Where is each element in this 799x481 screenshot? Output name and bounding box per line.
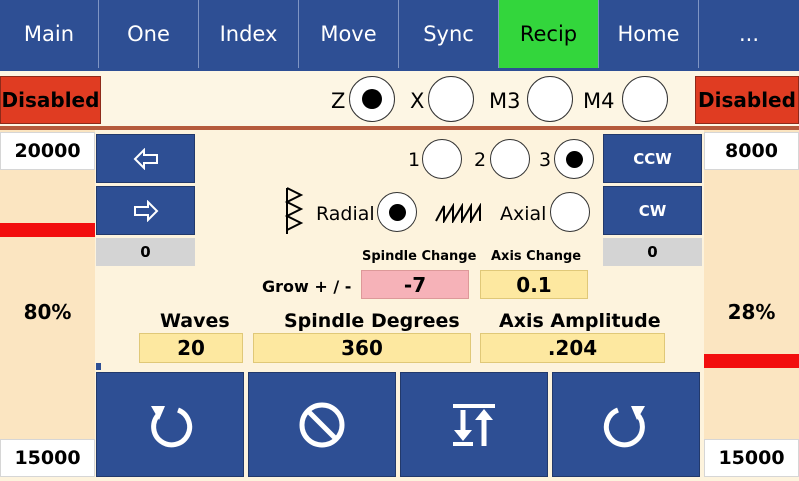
jog-left-button[interactable] <box>96 134 195 183</box>
right-slider-percent: 28% <box>727 300 776 324</box>
spindle-change-label: Spindle Change <box>362 249 477 264</box>
right-slider-max: 8000 <box>704 132 799 170</box>
axial-radio[interactable] <box>550 192 590 232</box>
right-slider-handle[interactable] <box>704 354 799 368</box>
number-label-2: 2 <box>474 149 487 171</box>
tab-home[interactable]: Home <box>599 0 699 68</box>
number-radio-3[interactable] <box>554 139 594 179</box>
spindle-degrees-label: Spindle Degrees <box>284 310 460 332</box>
spindle-degrees-field[interactable]: 360 <box>253 333 471 363</box>
axial-wave-icon <box>435 203 481 223</box>
left-slider-handle[interactable] <box>0 223 95 237</box>
radio-selected-dot <box>362 89 382 109</box>
axis-radio-m4[interactable] <box>622 76 668 122</box>
tab-main[interactable]: Main <box>0 0 99 68</box>
radio-selected-dot <box>388 203 406 221</box>
axis-label-x: X <box>410 89 425 113</box>
grow-label: Grow + / - <box>262 276 352 296</box>
number-radio-2[interactable] <box>490 139 530 179</box>
progress-indicator <box>96 363 101 370</box>
axis-label-m3: M3 <box>489 89 521 113</box>
axis-radio-m3[interactable] <box>527 76 573 122</box>
radial-label: Radial <box>316 203 375 225</box>
right-slider-min: 15000 <box>704 439 799 477</box>
number-label-1: 1 <box>408 149 421 171</box>
axis-change-field[interactable]: 0.1 <box>480 270 588 299</box>
rotation-value: 0 <box>603 238 702 266</box>
axis-label-z: Z <box>331 89 346 113</box>
left-arrow-icon <box>133 147 158 170</box>
jog-right-button[interactable] <box>96 186 195 235</box>
tab-sync[interactable]: Sync <box>399 0 499 68</box>
rotate-cw-button[interactable] <box>552 372 700 477</box>
left-slider-min: 15000 <box>0 439 95 477</box>
radial-wave-icon <box>284 187 304 234</box>
rotate-cw-icon <box>603 405 645 447</box>
axial-label: Axial <box>500 203 547 225</box>
sync-direction-button[interactable] <box>400 372 548 477</box>
number-radio-1[interactable] <box>422 139 462 179</box>
radial-radio[interactable] <box>377 192 417 232</box>
spindle-change-field[interactable]: -7 <box>361 270 469 299</box>
tab-recip[interactable]: Recip <box>499 0 599 68</box>
radio-selected-dot <box>565 150 583 168</box>
stop-button[interactable] <box>248 372 396 477</box>
left-status-badge[interactable]: Disabled <box>0 76 101 124</box>
tab-move[interactable]: Move <box>299 0 399 68</box>
waves-label: Waves <box>160 310 230 332</box>
right-arrow-icon <box>133 199 158 222</box>
axis-change-label: Axis Change <box>491 249 582 264</box>
left-slider-percent: 80% <box>23 300 72 324</box>
cw-button[interactable]: CW <box>603 186 702 235</box>
right-status-badge[interactable]: Disabled <box>695 76 799 124</box>
axis-selector-bar <box>0 68 799 127</box>
axis-amplitude-label: Axis Amplitude <box>499 310 661 332</box>
axis-amplitude-field[interactable]: .204 <box>480 333 665 363</box>
ccw-button[interactable]: CCW <box>603 134 702 183</box>
up-down-arrows-icon <box>453 403 495 446</box>
cancel-icon <box>299 402 345 447</box>
rotate-ccw-icon <box>151 405 193 447</box>
tab-one[interactable]: One <box>99 0 199 68</box>
left-slider-max: 20000 <box>0 132 95 170</box>
jog-value: 0 <box>96 238 195 266</box>
waves-field[interactable]: 20 <box>139 333 243 363</box>
axis-radio-z[interactable] <box>349 76 395 122</box>
number-label-3: 3 <box>539 149 552 171</box>
rotate-ccw-button[interactable] <box>96 372 244 477</box>
axis-label-m4: M4 <box>583 89 615 113</box>
tab-more[interactable]: ... <box>699 0 799 68</box>
tab-index[interactable]: Index <box>199 0 299 68</box>
axis-radio-x[interactable] <box>428 76 474 122</box>
